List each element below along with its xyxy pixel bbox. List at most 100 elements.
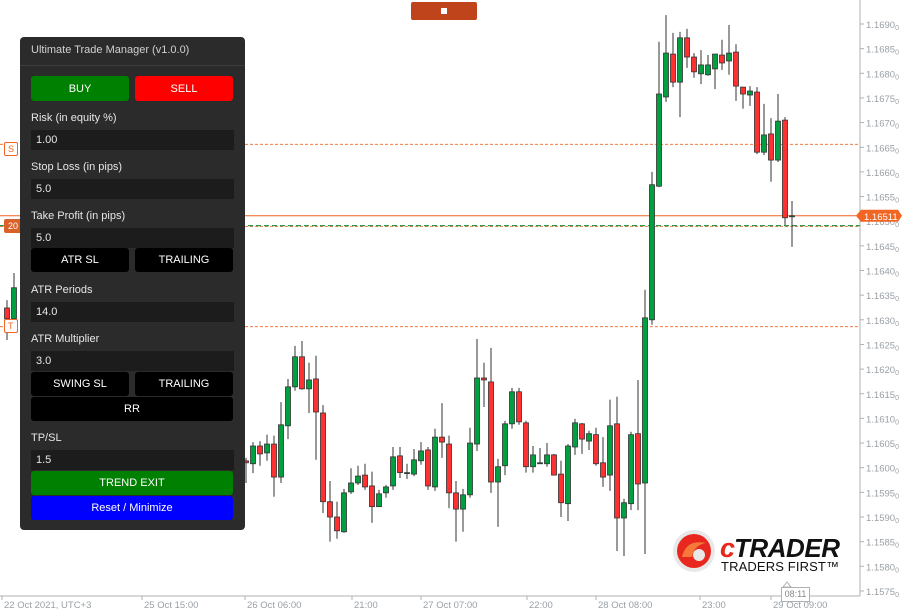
- candle-29: [446, 435, 452, 509]
- candle-28: [439, 403, 445, 458]
- price-tick-label: 1.16300: [866, 316, 899, 328]
- candle-body: [369, 485, 375, 508]
- buy-button[interactable]: BUY: [31, 76, 129, 101]
- candle-body: [684, 37, 690, 58]
- candle-59: [656, 41, 662, 188]
- sell-button[interactable]: SELL: [135, 76, 233, 101]
- stop-loss-tag[interactable]: S: [4, 142, 19, 156]
- candle-body: [362, 474, 368, 488]
- candle-5: [278, 402, 284, 483]
- candle-body: [789, 215, 795, 218]
- candle-body: [383, 486, 389, 494]
- stop-button[interactable]: [411, 2, 477, 20]
- atr-sl-button[interactable]: ATR SL: [31, 248, 129, 272]
- price-tick-subdigit: 0: [895, 419, 899, 426]
- candle-body: [551, 454, 557, 476]
- price-tick-label: 1.16750: [866, 94, 899, 106]
- candle-43: [544, 443, 550, 467]
- candle-body: [754, 91, 760, 153]
- candle-44: [551, 453, 557, 476]
- candle-body: [768, 133, 774, 161]
- candle-body: [712, 53, 718, 70]
- candle-body: [278, 424, 284, 478]
- divider: [20, 65, 245, 66]
- candle-body: [425, 449, 431, 487]
- take-profit-tag[interactable]: T: [4, 319, 18, 333]
- candle-74: [761, 103, 767, 156]
- stop-loss-input[interactable]: 5.0: [31, 179, 234, 199]
- reset-minimize-button[interactable]: Reset / Minimize: [31, 496, 233, 520]
- ctrader-logo: c TRADER TRADERS FIRST™: [672, 527, 847, 575]
- candle-32: [467, 427, 473, 498]
- price-tick-subdigit: 0: [895, 99, 899, 106]
- time-tick-label: 21:00: [354, 600, 378, 611]
- candle-body: [719, 54, 725, 64]
- candle-35: [488, 347, 494, 493]
- trailing-button-2[interactable]: TRAILING: [135, 372, 233, 396]
- candle-55: [628, 431, 634, 511]
- price-tick-subdigit: 0: [895, 592, 899, 599]
- candle-17: [362, 463, 368, 490]
- price-tick-subdigit: 0: [895, 469, 899, 476]
- candle-body: [467, 442, 473, 496]
- take-profit-label: Take Profit (in pips): [31, 210, 126, 222]
- candle-body: [635, 433, 641, 485]
- candle-body: [292, 356, 298, 388]
- candle-body: [656, 93, 662, 187]
- price-tick-label: 1.15750: [866, 587, 899, 599]
- candle-body: [418, 450, 424, 462]
- trend-exit-button[interactable]: TREND EXIT: [31, 471, 233, 495]
- atr-periods-input[interactable]: 14.0: [31, 302, 234, 322]
- atr-multiplier-label: ATR Multiplier: [31, 333, 100, 345]
- cursor-time-label: 08:11: [781, 587, 810, 602]
- take-profit-input[interactable]: 5.0: [31, 228, 234, 248]
- price-tick-label: 1.15850: [866, 538, 899, 550]
- candle-body: [586, 433, 592, 442]
- stop-loss-label: Stop Loss (in pips): [31, 161, 123, 173]
- atr-periods-label: ATR Periods: [31, 284, 93, 296]
- tpsl-input[interactable]: 1.5: [31, 450, 234, 470]
- trade-manager-panel: Ultimate Trade Manager (v1.0.0) BUY SELL…: [20, 37, 245, 530]
- candle-body: [299, 356, 305, 390]
- trailing-button-1[interactable]: TRAILING: [135, 248, 233, 272]
- price-tick-label: 1.16350: [866, 291, 899, 303]
- price-tick-subdigit: 0: [895, 444, 899, 451]
- candle-body: [502, 423, 508, 467]
- candle-body: [341, 492, 347, 533]
- time-tick-label: 22:00: [529, 600, 553, 611]
- swing-sl-button[interactable]: SWING SL: [31, 372, 129, 396]
- candle-49: [586, 430, 592, 450]
- candle-body: [572, 422, 578, 448]
- candle-body: [334, 516, 340, 532]
- price-tick-subdigit: 0: [895, 345, 899, 352]
- candle-body: [544, 454, 550, 465]
- candle-body: [355, 475, 361, 484]
- candle-body: [747, 90, 753, 96]
- candle-67: [712, 53, 718, 90]
- candle-body: [642, 317, 648, 484]
- rr-button[interactable]: RR: [31, 397, 233, 421]
- candle-75: [768, 118, 774, 182]
- price-tick-subdigit: 0: [895, 247, 899, 254]
- candle-40: [523, 420, 529, 473]
- price-tick-subdigit: 0: [895, 25, 899, 32]
- candle-body: [670, 53, 676, 83]
- price-tick-label: 1.15900: [866, 513, 899, 525]
- price-tick-subdigit: 0: [895, 518, 899, 525]
- candle-body: [691, 56, 697, 73]
- candle-body: [411, 459, 417, 475]
- candle-body: [782, 119, 788, 219]
- candle-body: [397, 455, 403, 474]
- candle-body: [390, 456, 396, 487]
- atr-multiplier-input[interactable]: 3.0: [31, 351, 234, 371]
- price-tick-subdigit: 0: [895, 370, 899, 377]
- candle-body: [320, 412, 326, 503]
- price-tick-subdigit: 0: [895, 395, 899, 402]
- price-tick-label: 1.16700: [866, 119, 899, 131]
- candle-57: [642, 289, 648, 554]
- candle-2: [257, 441, 263, 466]
- price-tick-label: 1.16150: [866, 390, 899, 402]
- risk-input[interactable]: 1.00: [31, 130, 234, 150]
- candle-body: [264, 443, 270, 454]
- price-tick-subdigit: 0: [895, 198, 899, 205]
